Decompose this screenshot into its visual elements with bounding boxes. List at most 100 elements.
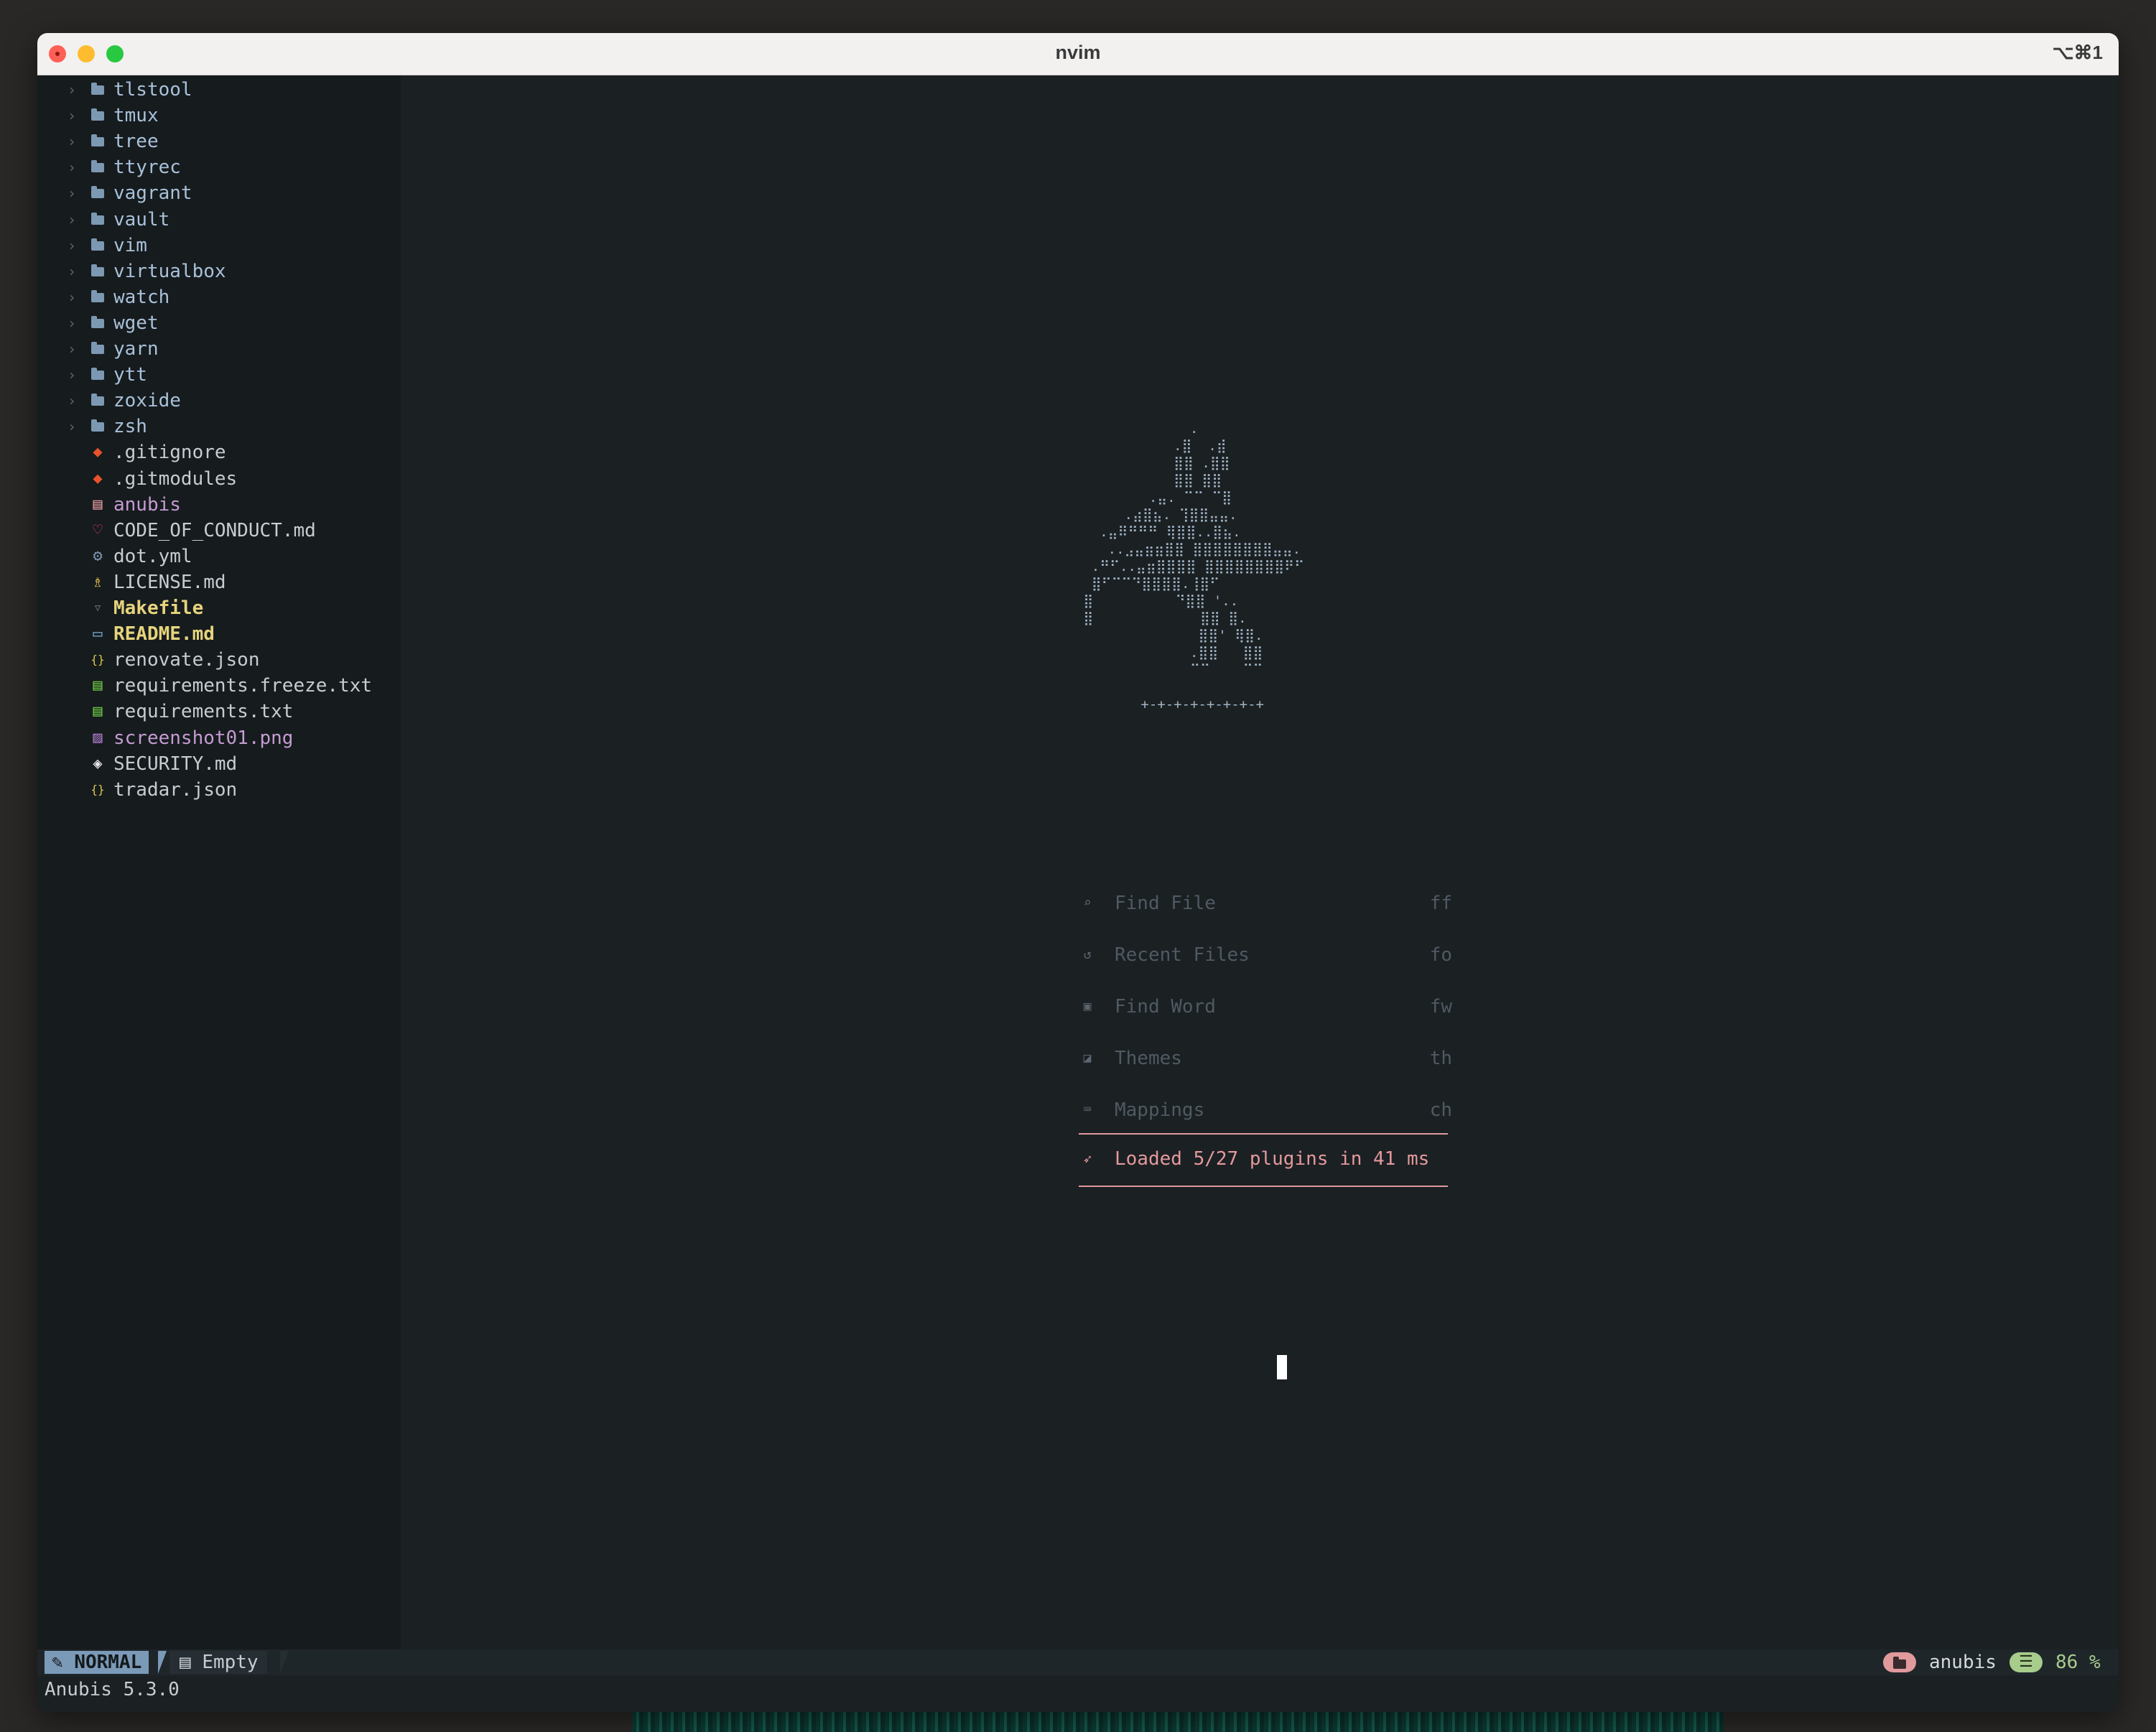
json-icon: {} [90,653,105,667]
file-name: virtualbox [113,260,226,282]
chevron-right-icon[interactable]: › [68,284,76,310]
chevron-right-icon[interactable]: › [68,103,76,129]
folder-icon [88,414,108,439]
mappings-button[interactable]: ⌨ Mappings ch [1079,1096,1452,1125]
file-name: zoxide [113,390,181,412]
plugins-loaded-text: Loaded 5/27 plugins in 41 ms [1115,1148,1430,1170]
folder-icon [88,388,108,414]
divider [1079,1186,1448,1187]
folder-icon [88,259,108,284]
menu-label: Recent Files [1115,944,1250,966]
markdown-icon: ▭ [93,625,103,643]
file-name: yarn [113,338,159,360]
binary-icon: ▤ [93,495,103,513]
command-line[interactable]: Anubis 5.3.0 [37,1675,2119,1712]
dashboard-logo: . .⣿ .⣾ ⣿⣿ .⣿⣿ ⣿⣿ ⣿⣿ .⣤. ⠉⠉ ⠉⣿ .⣴⣿⣦. ⢹⣿⣿… [1083,421,1304,712]
chevron-right-icon[interactable]: › [68,207,76,233]
image-icon: ▨ [93,728,103,747]
chevron-right-icon[interactable]: › [68,414,76,439]
keyboard-icon: ⌨ [1083,1102,1092,1117]
folder-icon [88,362,108,388]
file-name: tmux [113,105,159,127]
folder-icon [88,77,108,103]
chevron-right-icon[interactable]: › [68,310,76,336]
file-name: tree [113,131,159,153]
file-name: requirements.txt [113,701,294,723]
dashboard: . .⣿ .⣾ ⣿⣿ .⣿⣿ ⣿⣿ ⣿⣿ .⣤. ⠉⠉ ⠉⣿ .⣴⣿⣦. ⢹⣿⣿… [401,75,2119,1649]
file-name: ttyrec [113,157,181,179]
git-icon: ◆ [93,469,103,488]
menu-label: Find File [1115,893,1216,914]
file-name: tradar.json [113,778,238,801]
folder-icon [88,129,108,154]
recent-files-button[interactable]: ↺ Recent Files fo [1079,941,1452,969]
file-name: SECURITY.md [113,753,238,775]
text-file-icon: ▤ [93,676,103,695]
file-name: anubis [113,493,181,516]
file-name: ytt [113,364,147,386]
menu-shortcut: fo [1429,944,1452,966]
shield-icon: ◈ [93,754,103,773]
buffer-separator [280,1651,289,1674]
folder-icon [1883,1652,1916,1672]
chevron-right-icon[interactable]: › [68,154,76,180]
folder-icon [88,310,108,336]
file-progress: 86 % [2055,1652,2101,1673]
lines-icon: ☰ [2009,1652,2043,1672]
folder-icon [88,154,108,180]
folder-icon [88,284,108,310]
file-name: vagrant [113,182,192,205]
plugins-loaded-status: ➶ Loaded 5/27 plugins in 41 ms [1079,1145,1452,1173]
mode-label: NORMAL [74,1652,142,1673]
find-file-button[interactable]: ⌕ Find File ff [1079,889,1452,918]
status-line: ✎ NORMAL ▤ Empty anubis ☰ 86 % [37,1649,2119,1675]
makefile-icon: ▿ [93,599,103,617]
file-name: wget [113,312,159,334]
title-bar[interactable]: nvim ⌥⌘1 [37,33,2119,75]
chevron-right-icon[interactable]: › [68,362,76,388]
menu-shortcut: th [1429,1048,1452,1069]
chevron-right-icon[interactable]: › [68,233,76,259]
chevron-right-icon[interactable]: › [68,259,76,284]
menu-label: Mappings [1115,1099,1205,1121]
themes-button[interactable]: ◪ Themes th [1079,1044,1452,1073]
menu-shortcut: ff [1429,893,1452,914]
chevron-right-icon[interactable]: › [68,180,76,206]
menu-shortcut: ch [1429,1099,1452,1121]
menu-label: Find Word [1115,996,1216,1018]
find-word-button[interactable]: ▣ Find Word fw [1079,992,1452,1021]
file-name: CODE_OF_CONDUCT.md [113,519,316,541]
file-tree: › tlstool › tmux › tree › ttyrec › vagrant › vault ›… [37,75,401,1649]
rocket-icon: ➶ [1082,1150,1092,1168]
chevron-right-icon[interactable]: › [68,388,76,414]
file-icon: ▤ [180,1652,191,1673]
json-icon: {} [90,782,105,796]
file-name: README.md [113,623,215,646]
gear-icon: ⚙ [93,546,103,565]
buffer-name: Empty [202,1652,259,1673]
file-name: requirements.freeze.txt [113,675,373,697]
folder-icon [88,207,108,233]
file-name: renovate.json [113,649,260,671]
mode-separator [158,1651,167,1674]
buffer-indicator: ▤ Empty [169,1651,267,1674]
file-name: .gitignore [113,442,226,464]
file-name: Makefile [113,597,204,619]
command-line-text: Anubis 5.3.0 [45,1679,180,1700]
chevron-right-icon[interactable]: › [68,129,76,154]
chevron-right-icon[interactable]: › [68,77,76,103]
text-file-icon: ▤ [93,702,103,721]
chevron-right-icon[interactable]: › [68,336,76,362]
window-shortcut: ⌥⌘1 [2052,42,2103,63]
folder-icon [88,233,108,259]
word-icon: ▣ [1083,999,1092,1014]
divider [1079,1133,1448,1135]
heart-icon: ♡ [93,521,103,539]
menu-shortcut: fw [1429,996,1452,1018]
folder-icon [88,336,108,362]
file-name: tlstool [113,79,192,101]
file-name: dot.yml [113,545,192,567]
folder-icon [88,103,108,129]
directory-name: anubis [1929,1652,1997,1673]
license-icon: ♗ [93,572,103,591]
